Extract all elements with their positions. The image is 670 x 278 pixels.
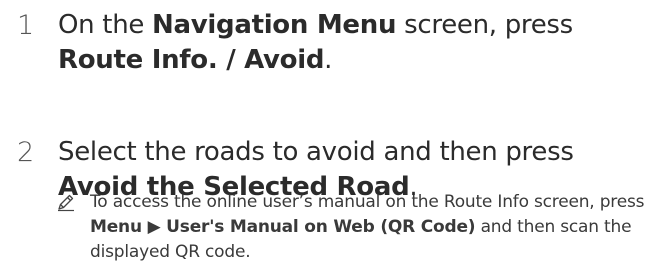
menu-path-manual: User's Manual on Web (QR Code) bbox=[166, 217, 476, 237]
step-number: 1 bbox=[17, 10, 35, 41]
note-text: To access the online user’s manual on th… bbox=[90, 192, 645, 262]
screen-name: Navigation Menu bbox=[152, 10, 397, 40]
step-number: 2 bbox=[17, 137, 35, 168]
menu-path-menu: Menu bbox=[90, 217, 142, 237]
arrow-icon: ▶ bbox=[141, 217, 167, 237]
pencil-icon bbox=[58, 194, 74, 212]
button-name: Route Info. / Avoid bbox=[58, 45, 325, 75]
step-instruction: On the Navigation Menu screen, press Rou… bbox=[58, 10, 573, 75]
